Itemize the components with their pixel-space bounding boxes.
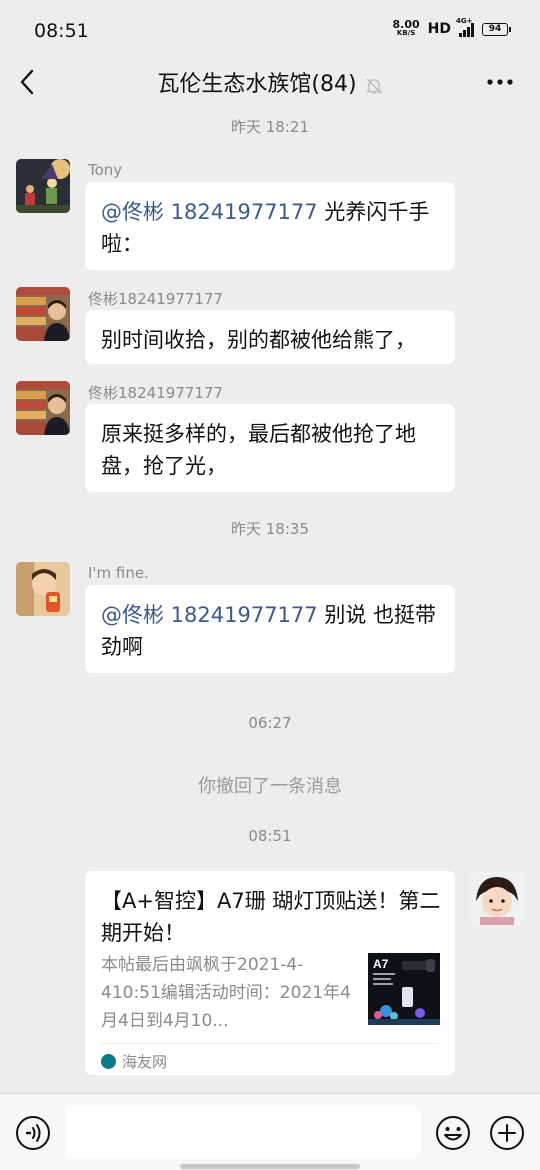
mention-link[interactable]: @佟彬 18241977177 <box>101 200 318 224</box>
chat-header: 瓦伦生态水族馆(84) <box>0 60 540 104</box>
link-card-thumbnail: A7 <box>368 953 440 1025</box>
link-card-thumb-text: A7 <box>373 957 389 971</box>
message-text: 原来挺多样的，最后都被他抢了地盘，抢了光， <box>101 422 416 478</box>
link-card[interactable]: 【A+智控】A7珊 瑚灯顶贴送！第二期开始！ 本帖最后由飒枫于2021-4-41… <box>85 871 455 1075</box>
plus-icon[interactable] <box>489 1115 525 1151</box>
input-bar <box>0 1093 540 1170</box>
message-bubble[interactable]: @佟彬 18241977177 光养闪千手啦： <box>85 182 455 270</box>
status-bar: 08:51 8.00 KB/S HD 4G+ 94 <box>0 0 540 60</box>
status-time: 08:51 <box>34 20 89 42</box>
status-indicators: 8.00 KB/S HD 4G+ 94 <box>392 17 511 38</box>
timestamp: 昨天 18:21 <box>231 118 309 136</box>
network-speed: 8.00 KB/S <box>392 18 420 38</box>
message-input[interactable] <box>66 1106 421 1158</box>
message-bubble[interactable]: 别时间收拾，别的都被他给熊了， <box>85 310 455 364</box>
message-text: 别时间收拾，别的都被他给熊了， <box>101 328 416 352</box>
link-card-description: 本帖最后由飒枫于2021-4-410:51编辑活动时间：2021年4月4日到4月… <box>101 955 351 1031</box>
home-indicator[interactable] <box>180 1164 360 1169</box>
sender-name: 佟彬18241977177 <box>88 384 223 402</box>
avatar[interactable] <box>16 381 70 435</box>
bell-off-icon <box>365 76 383 94</box>
battery-icon: 94 <box>482 22 511 36</box>
source-logo-icon <box>101 1054 116 1069</box>
avatar[interactable] <box>16 562 70 616</box>
message-bubble[interactable]: @佟彬 18241977177 别说 也挺带劲啊 <box>85 585 455 673</box>
chat-title: 瓦伦生态水族馆(84) <box>0 66 540 98</box>
network-speed-value: 8.00 <box>392 18 420 31</box>
hd-indicator: HD <box>427 21 451 37</box>
signal-icon: 4G+ <box>456 17 474 37</box>
mention-link[interactable]: @佟彬 18241977177 <box>101 603 318 627</box>
timestamp: 08:51 <box>248 827 292 845</box>
link-card-source-name: 海友网 <box>122 1053 168 1071</box>
chat-title-text: 瓦伦生态水族馆(84) <box>157 72 357 97</box>
avatar[interactable] <box>16 287 70 341</box>
sender-name: 佟彬18241977177 <box>88 290 223 308</box>
signal-label: 4G+ <box>456 17 473 25</box>
voice-icon[interactable] <box>15 1115 51 1151</box>
sender-name: I'm fine. <box>88 564 149 582</box>
avatar[interactable] <box>16 159 70 213</box>
emoji-icon[interactable] <box>435 1115 471 1151</box>
my-avatar[interactable] <box>470 871 524 925</box>
network-speed-unit: KB/S <box>396 29 416 37</box>
more-icon[interactable] <box>486 70 514 94</box>
timestamp: 昨天 18:35 <box>231 520 309 538</box>
link-card-title: 【A+智控】A7珊 瑚灯顶贴送！第二期开始！ <box>101 889 441 945</box>
sender-name: Tony <box>88 161 123 179</box>
link-card-source: 海友网 <box>101 1051 167 1072</box>
timestamp: 06:27 <box>248 714 292 732</box>
message-bubble[interactable]: 原来挺多样的，最后都被他抢了地盘，抢了光， <box>85 404 455 492</box>
recall-notice: 你撤回了一条消息 <box>198 776 342 797</box>
link-card-divider <box>101 1043 439 1044</box>
